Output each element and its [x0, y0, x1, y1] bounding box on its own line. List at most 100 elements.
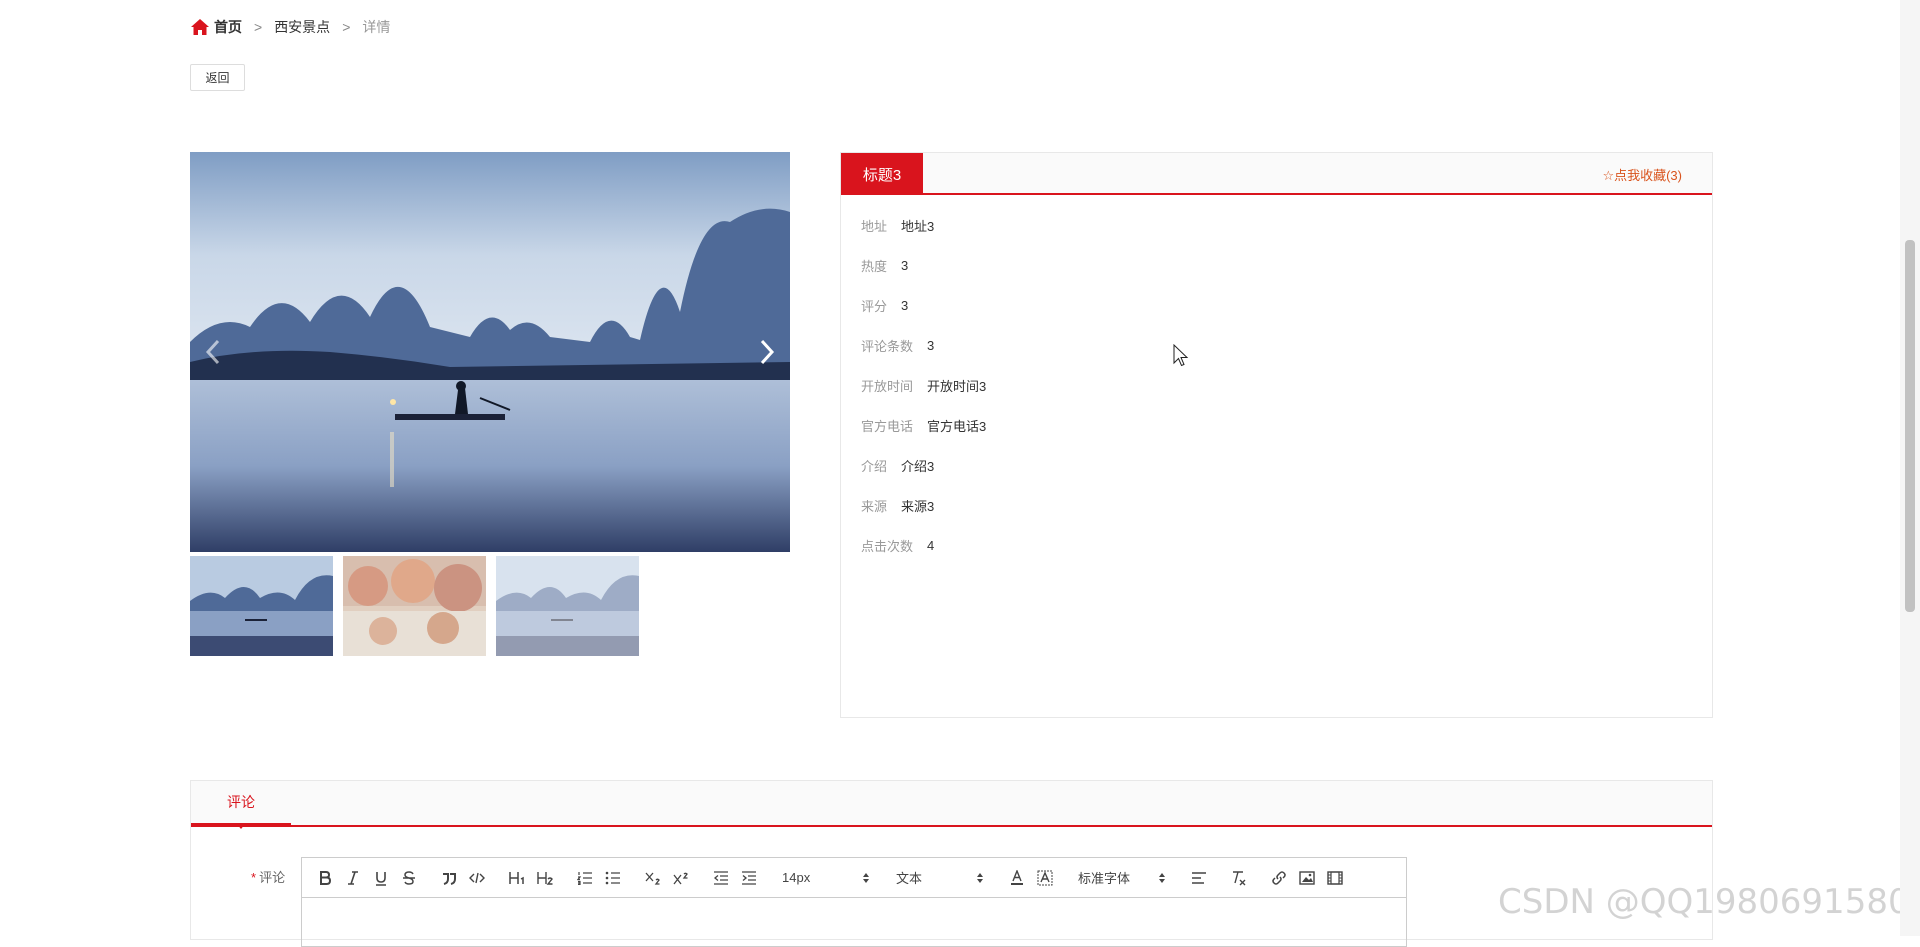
align-left-icon: [1192, 871, 1206, 884]
clear-format-icon: [1233, 870, 1246, 885]
breadcrumb-current: 详情: [362, 19, 391, 35]
code-icon: [469, 872, 485, 883]
detail-value: 3: [901, 258, 909, 273]
subscript-button[interactable]: [640, 866, 666, 890]
background-color-icon: [1037, 870, 1053, 885]
required-mark: *: [251, 870, 257, 885]
thumbnail-image: [190, 556, 333, 656]
link-button[interactable]: [1266, 866, 1292, 890]
detail-label: 评分: [861, 299, 888, 314]
breadcrumb: 首页 > 西安景点 > 详情: [190, 16, 390, 38]
bold-button[interactable]: [312, 866, 338, 890]
link-icon: [1272, 870, 1286, 885]
detail-value: 地址3: [901, 219, 935, 234]
favorite-button[interactable]: ☆点我收藏(3): [1602, 153, 1682, 195]
detail-row-comment-count: 评论条数 3: [861, 336, 934, 355]
heading-2-button[interactable]: [532, 866, 558, 890]
underline-icon: [376, 871, 386, 886]
carousel-image: [190, 152, 790, 552]
detail-row-open-time: 开放时间 开放时间3: [861, 376, 986, 395]
quote-icon: [443, 872, 456, 885]
tab-comment[interactable]: 评论: [191, 781, 291, 827]
text-color-icon: [1011, 869, 1023, 885]
heading-1-icon: [509, 871, 524, 884]
block-type-value: 文本: [896, 871, 923, 886]
video-button[interactable]: [1322, 866, 1348, 890]
back-button[interactable]: 返回: [190, 64, 245, 91]
home-icon[interactable]: [190, 18, 210, 36]
comment-section: 评论 * 评论 14px 文本 标准字体: [190, 780, 1713, 947]
detail-value: 来源3: [901, 499, 935, 514]
carousel-thumbnail[interactable]: [343, 556, 486, 656]
block-type-select[interactable]: 文本: [890, 866, 990, 890]
chevron-left-icon: [205, 339, 220, 365]
bullet-list-button[interactable]: [600, 866, 626, 890]
detail-label: 地址: [861, 219, 888, 234]
breadcrumb-section[interactable]: 西安景点: [274, 17, 330, 37]
detail-row-address: 地址 地址3: [861, 216, 934, 235]
detail-label: 热度: [861, 259, 888, 274]
chevron-right-icon: [760, 339, 775, 365]
carousel-prev-button[interactable]: [198, 332, 228, 372]
indent-button[interactable]: [736, 866, 762, 890]
font-family-value: 标准字体: [1078, 871, 1131, 886]
ordered-list-button[interactable]: [572, 866, 598, 890]
detail-value: 介绍3: [901, 459, 935, 474]
thumbnail-image: [496, 556, 639, 656]
font-size-value: 14px: [782, 870, 811, 885]
strikethrough-icon: [403, 870, 415, 885]
italic-button[interactable]: [340, 866, 366, 890]
superscript-button[interactable]: [668, 866, 694, 890]
heading-1-button[interactable]: [504, 866, 530, 890]
text-color-button[interactable]: [1004, 866, 1030, 890]
breadcrumb-home[interactable]: 首页: [214, 17, 242, 37]
tabs-bar: 评论: [191, 781, 1712, 829]
align-button[interactable]: [1186, 866, 1212, 890]
detail-value: 4: [927, 538, 935, 553]
scrollbar-thumb[interactable]: [1905, 240, 1915, 612]
watermark: CSDN @QQ1980691580: [1498, 882, 1910, 922]
superscript-icon: [673, 872, 688, 884]
comment-field-label: * 评论: [251, 867, 285, 886]
font-family-select[interactable]: 标准字体: [1072, 866, 1172, 890]
outdent-icon: [713, 870, 728, 885]
detail-panel: 标题3 ☆点我收藏(3) 地址 地址3 热度 3 评分 3 评论条数 3 开放时…: [840, 152, 1713, 718]
detail-label: 点击次数: [861, 539, 914, 554]
detail-label: 官方电话: [861, 419, 914, 434]
carousel-thumbnail[interactable]: [190, 556, 333, 656]
detail-label: 开放时间: [861, 379, 914, 394]
image-button[interactable]: [1294, 866, 1320, 890]
carousel-next-button[interactable]: [752, 332, 782, 372]
heading-2-icon: [537, 871, 553, 885]
bullet-list-icon: [605, 871, 620, 884]
detail-row-phone: 官方电话 官方电话3: [861, 416, 986, 435]
ordered-list-icon: [577, 871, 592, 885]
carousel-thumbnail[interactable]: [496, 556, 639, 656]
video-icon: [1327, 870, 1343, 885]
image-carousel[interactable]: [190, 152, 790, 552]
detail-title: 标题3: [841, 153, 923, 195]
updown-caret-icon: [863, 872, 869, 883]
detail-label: 来源: [861, 499, 888, 514]
subscript-icon: [645, 872, 660, 885]
clear-format-button[interactable]: [1226, 866, 1252, 890]
bold-icon: [320, 870, 332, 885]
detail-row-source: 来源 来源3: [861, 496, 934, 515]
detail-value: 官方电话3: [927, 419, 987, 434]
comment-label-text: 评论: [259, 870, 286, 885]
image-icon: [1299, 870, 1315, 885]
updown-caret-icon: [1159, 872, 1165, 883]
blockquote-button[interactable]: [436, 866, 462, 890]
underline-button[interactable]: [368, 866, 394, 890]
rich-text-editor[interactable]: 14px 文本 标准字体: [301, 857, 1407, 947]
background-color-button[interactable]: [1032, 866, 1058, 890]
font-size-select[interactable]: 14px: [776, 866, 876, 890]
detail-row-clicks: 点击次数 4: [861, 536, 934, 555]
outdent-button[interactable]: [708, 866, 734, 890]
code-block-button[interactable]: [464, 866, 490, 890]
strikethrough-button[interactable]: [396, 866, 422, 890]
editor-toolbar: 14px 文本 标准字体: [302, 858, 1406, 898]
mouse-cursor-icon: [1173, 344, 1189, 367]
detail-value: 3: [927, 338, 935, 353]
detail-label: 评论条数: [861, 339, 914, 354]
